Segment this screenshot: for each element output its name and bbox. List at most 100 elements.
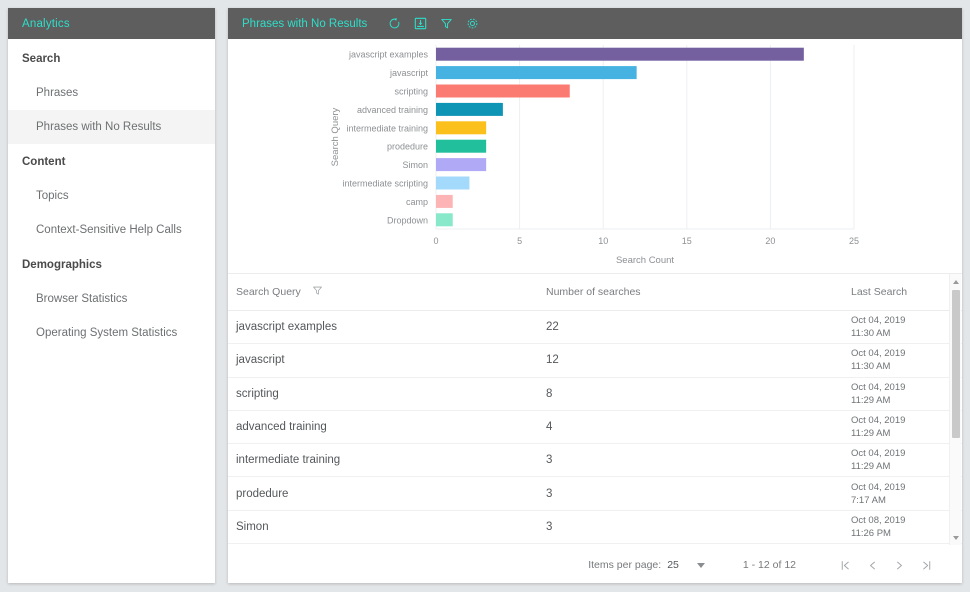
cell-last-search-date: Oct 04, 2019 — [851, 448, 906, 460]
bar-category-label: javascript examples — [348, 50, 429, 60]
bar-category-label: advanced training — [357, 105, 428, 115]
column-header-search-query[interactable]: Search Query — [236, 285, 546, 299]
table-scrollbar[interactable] — [949, 274, 961, 545]
analytics-app: Analytics Search Phrases Phrases with No R… — [0, 0, 970, 592]
cell-number-of-searches: 3 — [546, 454, 553, 467]
cell-number-of-searches: 22 — [546, 321, 559, 334]
table-row[interactable]: Simon 3 Oct 08, 2019 11:26 PM — [228, 511, 962, 545]
bar-category-label: intermediate scripting — [342, 179, 428, 189]
cell-last-search-time: 7:17 AM — [851, 494, 886, 506]
main-panel: Phrases with No Results javascript examp… — [228, 8, 962, 583]
x-axis-title: Search Count — [616, 255, 674, 266]
cell-last-search-date: Oct 04, 2019 — [851, 415, 906, 427]
bar[interactable] — [436, 47, 804, 61]
bar-category-label: prodedure — [387, 142, 428, 152]
paginator: Items per page: 25 1 - 12 of 12 — [228, 547, 962, 583]
x-tick-label: 20 — [765, 236, 775, 246]
table-row[interactable]: prodedure 3 Oct 04, 2019 7:17 AM — [228, 477, 962, 511]
last-page-button[interactable] — [913, 552, 940, 579]
sidebar-nav: Search Phrases Phrases with No Results Cont… — [8, 39, 215, 350]
next-page-button[interactable] — [886, 552, 913, 579]
bar[interactable] — [436, 213, 453, 227]
cell-search-query: javascript — [236, 354, 285, 367]
column-header-last-search[interactable]: Last Search — [851, 286, 951, 298]
cell-last-search-time: 11:30 AM — [851, 328, 891, 340]
table-row[interactable]: javascript 12 Oct 04, 2019 11:30 AM — [228, 344, 962, 378]
sidebar-item-phrases[interactable]: Phrases — [8, 76, 215, 110]
export-icon[interactable] — [407, 11, 433, 37]
sidebar-group-search: Search — [22, 53, 61, 65]
previous-page-button[interactable] — [859, 552, 886, 579]
cell-last-search: Oct 04, 2019 11:29 AM — [851, 381, 951, 407]
bar[interactable] — [436, 84, 570, 98]
results-table: Search Query Number of searches Last Sea… — [228, 273, 962, 545]
table-row[interactable]: intermediate training 3 Oct 04, 2019 11:29 … — [228, 444, 962, 478]
bar[interactable] — [436, 102, 503, 116]
column-filter-icon[interactable] — [312, 285, 323, 299]
bar[interactable] — [436, 158, 487, 172]
cell-last-search: Oct 04, 2019 11:30 AM — [851, 347, 951, 373]
column-header-number-of-searches[interactable]: Number of searches — [546, 286, 851, 298]
items-per-page-label: Items per page: — [588, 559, 662, 571]
cell-last-search-time: 11:29 AM — [851, 428, 891, 440]
cell-last-search: Oct 04, 2019 11:29 AM — [851, 447, 951, 473]
table-row[interactable]: advanced training 4 Oct 04, 2019 11:29 AM — [228, 411, 962, 445]
sidebar-item-topics[interactable]: Topics — [8, 179, 215, 213]
cell-number-of-searches: 8 — [546, 387, 553, 400]
cell-search-query: advanced training — [236, 421, 327, 434]
sidebar-item-operating-system-statistics[interactable]: Operating System Statistics — [8, 316, 215, 350]
main-header: Phrases with No Results — [228, 8, 962, 39]
cell-last-search-time: 11:29 AM — [851, 394, 891, 406]
bar[interactable] — [436, 194, 453, 208]
x-tick-label: 10 — [598, 236, 608, 246]
cell-number-of-searches: 12 — [546, 354, 559, 367]
cell-last-search-time: 11:29 AM — [851, 461, 891, 473]
items-per-page-value: 25 — [667, 559, 679, 571]
bar-category-label: camp — [406, 197, 428, 207]
cell-number-of-searches: 4 — [546, 421, 553, 434]
first-page-button[interactable] — [832, 552, 859, 579]
sidebar-item-context-sensitive-help-calls[interactable]: Context-Sensitive Help Calls — [8, 213, 215, 247]
bar-category-label: scripting — [394, 87, 428, 97]
sidebar-group-content: Content — [22, 156, 66, 168]
bar[interactable] — [436, 121, 487, 135]
cell-last-search: Oct 04, 2019 11:29 AM — [851, 414, 951, 440]
bar-chart-svg: javascript examples javascript scripting ad… — [330, 45, 859, 266]
cell-search-query: prodedure — [236, 487, 289, 500]
cell-last-search-date: Oct 04, 2019 — [851, 315, 906, 327]
chevron-down-icon — [696, 562, 705, 568]
items-per-page-select[interactable]: 25 — [667, 559, 705, 571]
bar[interactable] — [436, 66, 637, 80]
cell-last-search-time: 11:30 AM — [851, 361, 891, 373]
cell-number-of-searches: 3 — [546, 520, 553, 533]
table-row[interactable]: javascript examples 22 Oct 04, 2019 11:30 A… — [228, 311, 962, 345]
table-row[interactable]: scripting 8 Oct 04, 2019 11:29 AM — [228, 378, 962, 411]
sidebar-item-browser-statistics[interactable]: Browser Statistics — [8, 282, 215, 316]
bar[interactable] — [436, 176, 470, 190]
bar[interactable] — [436, 139, 487, 153]
y-axis-title: Search Query — [330, 107, 341, 166]
bar-category-label: Dropdown — [387, 215, 428, 225]
table-body: javascript examples 22 Oct 04, 2019 11:30 A… — [228, 311, 962, 545]
cell-search-query: intermediate training — [236, 454, 341, 467]
pagination-buttons — [832, 552, 940, 579]
gear-icon[interactable] — [459, 11, 485, 37]
scrollbar-thumb[interactable] — [952, 290, 960, 438]
sidebar-item-phrases-with-no-results[interactable]: Phrases with No Results — [8, 110, 215, 144]
filter-icon[interactable] — [433, 11, 459, 37]
cell-search-query: Simon — [236, 520, 269, 533]
refresh-icon[interactable] — [381, 11, 407, 37]
x-tick-label: 15 — [682, 236, 692, 246]
cell-search-query: javascript examples — [236, 321, 337, 334]
cell-last-search-date: Oct 04, 2019 — [851, 481, 906, 493]
bar-category-label: javascript — [389, 68, 429, 78]
cell-number-of-searches: 3 — [546, 487, 553, 500]
sidebar-group-demographics: Demographics — [22, 259, 102, 271]
cell-last-search-date: Oct 08, 2019 — [851, 514, 906, 526]
cell-last-search-time: 11:26 PM — [851, 527, 891, 539]
x-tick-label: 5 — [517, 236, 522, 246]
scroll-up-arrow-icon[interactable] — [953, 280, 959, 284]
cell-last-search: Oct 08, 2019 11:26 PM — [851, 514, 951, 540]
scroll-down-arrow-icon[interactable] — [953, 536, 959, 540]
x-tick-label: 0 — [433, 236, 438, 246]
